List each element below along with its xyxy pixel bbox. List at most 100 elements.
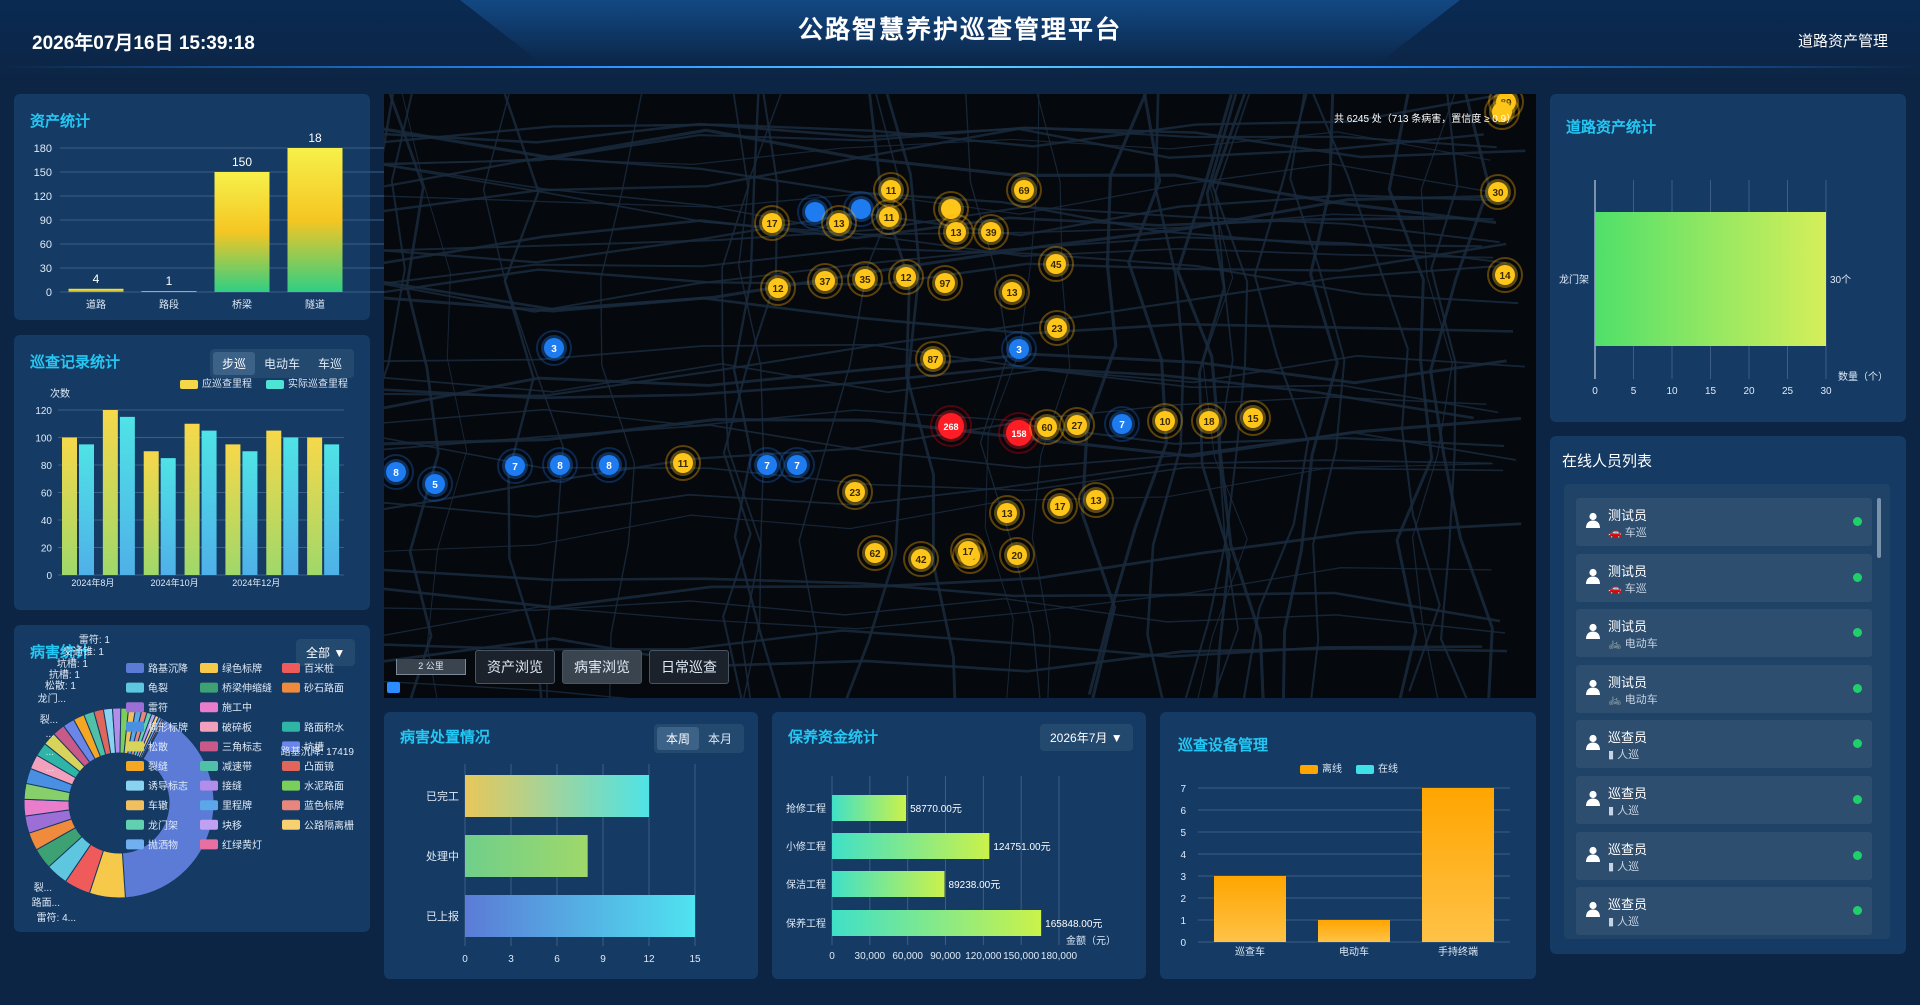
- y-tick-label: 已完工: [426, 789, 459, 803]
- bar: [465, 895, 695, 937]
- x-tick-label: 3: [508, 954, 514, 965]
- online-user-item[interactable]: 巡查员 ▮ 人巡: [1576, 720, 1872, 769]
- x-tick-label: 12: [643, 954, 655, 965]
- legend-swatch: [126, 682, 144, 693]
- y-tick-label: 抢修工程: [786, 802, 826, 815]
- map-tab-daily-patrol[interactable]: 日常巡查: [649, 650, 729, 684]
- y-tick-label: 40: [41, 516, 53, 527]
- map-road: [384, 680, 630, 698]
- legend-swatch: [200, 839, 218, 850]
- nav-road-assets[interactable]: 道路资产管理: [1798, 30, 1888, 51]
- map-road: [1312, 94, 1441, 692]
- value-label: 4: [93, 272, 100, 286]
- marker-count: 8: [393, 468, 399, 479]
- marker-count: 268: [943, 422, 958, 432]
- y-axis-label: 次数: [50, 387, 70, 400]
- legend-label: 桥梁伸缩缝: [222, 682, 272, 695]
- legend-swatch: [282, 761, 300, 771]
- map-canvas[interactable]: 8930141139136917131112373512974513233873…: [384, 94, 1536, 698]
- legend-label: 破碎板: [222, 721, 252, 734]
- user-mode: ▮ 人巡: [1608, 916, 1640, 929]
- user-name: 测试员: [1608, 563, 1648, 579]
- x-tick-label: 0: [1592, 386, 1598, 397]
- map-tab-assets[interactable]: 资产浏览: [475, 650, 555, 684]
- x-tick-label: 15: [1705, 386, 1717, 397]
- y-tick-label: 0: [46, 287, 52, 299]
- map-road: [384, 463, 1494, 552]
- online-user-item[interactable]: 测试员 🚗 车巡: [1576, 553, 1872, 602]
- online-user-item[interactable]: 测试员 🚲 电动车: [1576, 609, 1872, 658]
- x-axis-label: 金额（元）: [1066, 934, 1116, 947]
- slice-label: 路基沉降: 17419: [281, 745, 355, 758]
- y-tick-label: 6: [1180, 806, 1186, 817]
- user-name: 巡查员: [1608, 897, 1648, 913]
- map-zoom-icon[interactable]: [387, 682, 400, 693]
- car-icon: 🚗: [1608, 527, 1622, 539]
- marker-count: 7: [1119, 420, 1125, 431]
- datetime: 2026年07月16日 15:39:18: [32, 33, 255, 54]
- online-user-item[interactable]: 巡查员 ▮ 人巡: [1576, 776, 1872, 824]
- y-tick-label: 1: [1180, 916, 1186, 927]
- bar: [465, 835, 588, 877]
- legend-swatch: [282, 721, 300, 732]
- online-user-item[interactable]: 巡查员 ▮ 人巡: [1576, 887, 1872, 936]
- bar-actual: [283, 437, 299, 575]
- x-tick-label: 电动车: [1339, 945, 1369, 958]
- legend-swatch: [200, 800, 218, 811]
- online-user-item[interactable]: 巡查员 ▮ 人巡: [1576, 831, 1872, 880]
- marker-count: 17: [766, 219, 778, 230]
- user-name: 测试员: [1608, 619, 1648, 635]
- bar-actual: [79, 444, 94, 575]
- y-tick-label: 0: [1180, 938, 1186, 949]
- marker-count: 12: [900, 273, 912, 284]
- marker-count: 12: [772, 284, 784, 295]
- slice-label: ...: [46, 763, 54, 774]
- bar: [832, 833, 990, 859]
- legend-label: 水泥路面: [304, 780, 344, 793]
- legend-swatch: [200, 702, 218, 713]
- marker-count: 13: [1006, 288, 1018, 299]
- user-name: 测试员: [1608, 674, 1648, 690]
- user-avatar-icon: [1586, 512, 1600, 528]
- marker-count: 15: [1247, 414, 1259, 425]
- y-tick-label: 5: [1180, 828, 1186, 839]
- legend-swatch: [126, 800, 144, 811]
- online-user-item[interactable]: 测试员 🚗 车巡: [1576, 498, 1872, 546]
- online-user-item[interactable]: 测试员 🚲 电动车: [1576, 664, 1872, 713]
- x-tick-label: 10: [1666, 386, 1678, 397]
- disease-stats-chart: 路基沉降 绿色标牌 百米桩龟裂 桥梁伸缩缝 砂石路面雷符 施工中横形标牌 破碎板 路面积水松散…: [23, 633, 355, 924]
- y-tick-label: 60: [40, 239, 52, 251]
- x-tick-label: 30: [1820, 386, 1832, 397]
- map-road: [1080, 94, 1147, 698]
- y-tick-label: 180: [34, 143, 52, 155]
- x-tick-label: 9: [600, 954, 606, 965]
- marker-count: 45: [1050, 260, 1062, 271]
- map-road: [1242, 94, 1310, 698]
- walk-icon: ▮: [1608, 916, 1615, 929]
- map-road: [401, 94, 468, 698]
- y-tick-label: 已上报: [426, 909, 459, 923]
- x-tick-label: 30,000: [855, 951, 886, 962]
- marker-count: 17: [962, 547, 974, 558]
- bike-icon: 🚲: [1608, 638, 1622, 651]
- legend-label: 松散: [148, 740, 168, 753]
- slice-label: 交通锥: 1: [63, 645, 105, 658]
- legend-label: 龙门架: [148, 819, 178, 832]
- map-tab-diseases[interactable]: 病害浏览: [562, 650, 642, 684]
- bar-actual: [119, 416, 135, 575]
- bar-planned: [184, 423, 200, 575]
- legend-label: 蓝色标牌: [304, 799, 344, 812]
- y-tick-label: 60: [41, 489, 53, 500]
- asset-stats-chart: 0 30 60 90 120 150 180 4 道路 1 路段 150 桥梁 18 隧道: [34, 131, 386, 311]
- slice-label: 坑槽: 1: [57, 657, 89, 670]
- y-tick-label: 4: [1180, 850, 1186, 861]
- map-view[interactable]: 8930141139136917131112373512974513233873…: [384, 94, 1536, 698]
- patrol-records-chart: 次数 0 20 40 60 80 100 120 2024年8月 2024年10月 2024年12月: [35, 387, 344, 588]
- y-tick-label: 100: [35, 434, 52, 445]
- user-mode: ▮ 人巡: [1608, 860, 1640, 873]
- bar: [465, 775, 649, 817]
- y-tick-label: 7: [1180, 784, 1186, 795]
- y-tick-label: 保洁工程: [786, 878, 826, 891]
- online-users-scrollbar[interactable]: [1877, 498, 1881, 558]
- y-tick-label: 龙门架: [1559, 273, 1589, 286]
